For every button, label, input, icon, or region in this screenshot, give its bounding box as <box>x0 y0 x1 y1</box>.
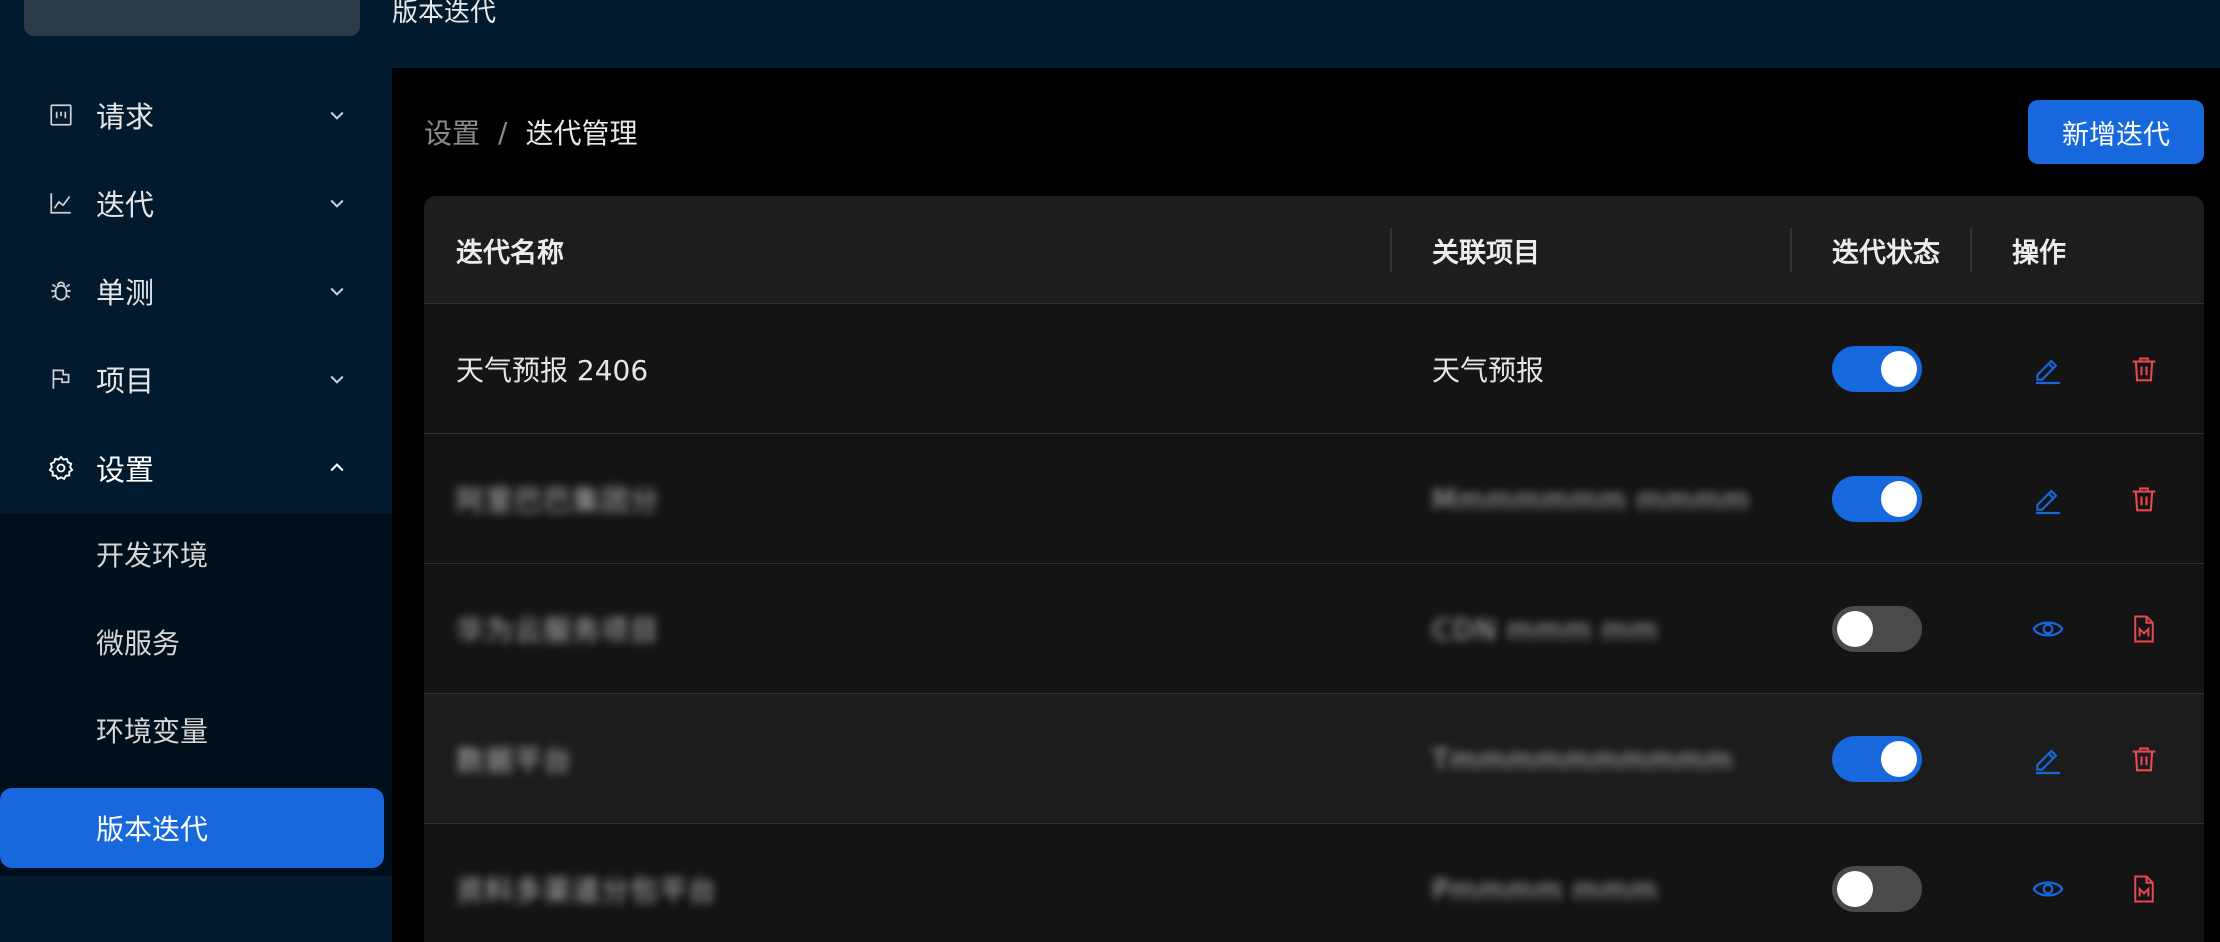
main-content: 设置 / 迭代管理 新增迭代 迭代名称 关联项目 迭代状态 操作 天气预报 24… <box>392 68 2220 942</box>
sidebar-item-dev-env[interactable]: 开发环境 <box>0 514 392 594</box>
sidebar-item-label: 微服务 <box>96 627 181 660</box>
toggle-knob <box>1881 481 1917 517</box>
toggle-knob <box>1881 741 1917 777</box>
gear-icon <box>46 453 76 483</box>
project-cell: Tmmmmmmmmmm <box>1432 742 1733 776</box>
delete-icon[interactable] <box>2124 739 2164 779</box>
settings-submenu: 开发环境 微服务 环境变量 版本迭代 <box>0 514 392 876</box>
breadcrumb-settings[interactable]: 设置 <box>424 112 480 152</box>
iteration-name-cell: 资料多渠道分包平台 <box>456 874 718 907</box>
status-toggle[interactable] <box>1832 736 1922 782</box>
sidebar-item-settings[interactable]: 设置 <box>0 424 392 512</box>
column-divider <box>1790 228 1792 272</box>
sidebar: 请求 迭代 单测 项目 设置 开发环境 微服务 环境变量 版本迭代 <box>0 0 392 942</box>
project-cell: Pmmmm mmm <box>1432 872 1658 906</box>
breadcrumb: 设置 / 迭代管理 <box>424 112 637 152</box>
column-divider <box>1390 228 1392 272</box>
sidebar-item-unit-test[interactable]: 单测 <box>0 247 392 335</box>
edit-icon[interactable] <box>2028 739 2068 779</box>
sidebar-item-label: 版本迭代 <box>96 813 209 846</box>
status-toggle[interactable] <box>1832 606 1922 652</box>
breadcrumb-current: 迭代管理 <box>525 117 638 150</box>
sidebar-item-label: 开发环境 <box>96 539 209 572</box>
eye-icon[interactable] <box>2028 609 2068 649</box>
delete-icon[interactable] <box>2124 349 2164 389</box>
sidebar-item-microservice[interactable]: 微服务 <box>0 602 392 682</box>
toggle-knob <box>1837 871 1873 907</box>
sidebar-item-label: 环境变量 <box>96 715 209 748</box>
sidebar-item-label: 设置 <box>96 453 155 487</box>
sidebar-item-version-iteration[interactable]: 版本迭代 <box>0 788 384 868</box>
status-toggle[interactable] <box>1832 866 1922 912</box>
status-toggle[interactable] <box>1832 476 1922 522</box>
table-row[interactable]: 数据平台 Tmmmmmmmmmm <box>424 694 2204 824</box>
sidebar-item-env-vars[interactable]: 环境变量 <box>0 690 392 770</box>
table-header: 迭代名称 关联项目 迭代状态 操作 <box>424 196 2204 304</box>
iteration-name-cell: 阿里巴巴集团分 <box>456 484 660 517</box>
bug-icon <box>46 276 76 306</box>
status-toggle[interactable] <box>1832 346 1922 392</box>
column-header-name: 迭代名称 <box>456 237 564 269</box>
sidebar-item-label: 项目 <box>96 364 155 398</box>
flag-icon <box>46 364 76 394</box>
sidebar-item-label: 迭代 <box>96 188 155 222</box>
add-iteration-button[interactable]: 新增迭代 <box>2028 100 2204 164</box>
markdown-file-icon[interactable] <box>2124 609 2164 649</box>
edit-icon[interactable] <box>2028 479 2068 519</box>
iteration-name-cell: 天气预报 2406 <box>456 354 649 387</box>
iteration-name-cell: 华为云服务项目 <box>456 614 660 647</box>
sidebar-item-project[interactable]: 项目 <box>0 335 392 423</box>
chevron-down-icon <box>324 366 350 392</box>
sidebar-item-label: 单测 <box>96 276 155 310</box>
project-cell: Mmmmmmm mmmm <box>1432 482 1750 516</box>
toggle-knob <box>1881 351 1917 387</box>
delete-icon[interactable] <box>2124 479 2164 519</box>
eye-icon[interactable] <box>2028 869 2068 909</box>
page-title: 版本迭代 <box>392 0 497 28</box>
table-row[interactable]: 阿里巴巴集团分 Mmmmmmm mmmm <box>424 434 2204 564</box>
column-header-status: 迭代状态 <box>1832 237 1940 269</box>
chevron-up-icon <box>324 455 350 481</box>
column-divider <box>1970 228 1972 272</box>
request-icon <box>46 100 76 130</box>
table-row[interactable]: 华为云服务项目 CDN mmm mm <box>424 564 2204 694</box>
chart-line-icon <box>46 188 76 218</box>
iteration-table: 迭代名称 关联项目 迭代状态 操作 天气预报 2406 天气预报阿里巴巴集团分 Mm… <box>424 196 2204 942</box>
column-header-project: 关联项目 <box>1432 237 1540 269</box>
top-bar: 版本迭代 <box>392 0 2220 68</box>
table-row[interactable]: 天气预报 2406 天气预报 <box>424 304 2204 434</box>
column-header-actions: 操作 <box>2012 237 2066 269</box>
breadcrumb-separator: / <box>498 115 508 149</box>
chevron-down-icon <box>324 190 350 216</box>
table-row[interactable]: 资料多渠道分包平台 Pmmmm mmm <box>424 824 2204 942</box>
iteration-name-cell: 数据平台 <box>456 744 573 777</box>
sidebar-item-request[interactable]: 请求 <box>0 71 392 159</box>
sidebar-logo-area <box>24 0 360 36</box>
edit-icon[interactable] <box>2028 349 2068 389</box>
project-cell: CDN mmm mm <box>1432 612 1659 646</box>
sidebar-item-iteration[interactable]: 迭代 <box>0 159 392 247</box>
sidebar-item-label: 请求 <box>96 100 155 134</box>
markdown-file-icon[interactable] <box>2124 869 2164 909</box>
chevron-down-icon <box>324 102 350 128</box>
chevron-down-icon <box>324 278 350 304</box>
toggle-knob <box>1837 611 1873 647</box>
project-cell: 天气预报 <box>1432 354 1545 387</box>
